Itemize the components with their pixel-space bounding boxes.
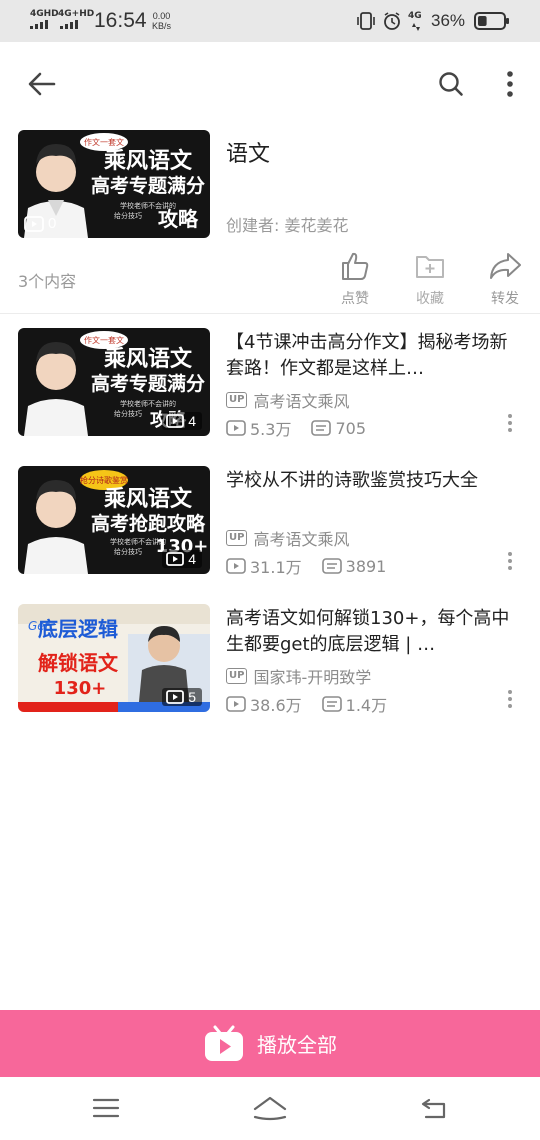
video-stats-3: 38.6万 1.4万 [226, 692, 407, 716]
clock: 16:54 [94, 9, 147, 32]
like-label: 点赞 [341, 291, 369, 307]
video-more-button-2[interactable] [502, 550, 518, 572]
video-uploader-3[interactable]: UP 国家玮-开明致学 [226, 664, 371, 688]
battery-icon [474, 12, 509, 30]
share-label: 转发 [491, 291, 519, 307]
network-speed: 0.00 KB/s [152, 11, 172, 31]
network-label-2: 4G+HD [58, 9, 95, 19]
menu-button[interactable] [84, 1091, 128, 1125]
divider [0, 313, 540, 314]
cover-line1: 乘风语文 [103, 148, 193, 174]
play-count-icon [226, 696, 246, 712]
svg-text:学校老师不会讲的: 学校老师不会讲的 [120, 399, 176, 408]
back-nav-icon [421, 1098, 446, 1119]
video-title-3[interactable]: 高考语文如何解锁130+，每个高中生都要get的底层逻辑 | … [226, 606, 522, 658]
play-all-label: 播放全部 [257, 1033, 337, 1057]
battery-percent: 36% [431, 11, 466, 30]
play-all-button[interactable]: 播放全部 [0, 1010, 540, 1077]
playlist-cover[interactable]: 作文一套文 乘风语文 高考专题满分 学校老师不会讲的 给分技巧 攻略 0 [18, 130, 210, 238]
danmaku-stat: 705 [311, 419, 366, 438]
video-thumbnail-3[interactable]: Get 底层逻辑 解锁语文 130+ 5 [18, 604, 210, 712]
tv-play-icon [205, 1025, 243, 1061]
status-bar: 4GHD 4G+HD 16:54 0.00 KB/s 4G 36% [0, 0, 540, 42]
svg-text:给分技巧: 给分技巧 [114, 547, 142, 556]
playlist-item-count: 3个内容 [18, 272, 77, 291]
svg-text:高考抢跑攻略: 高考抢跑攻略 [91, 512, 206, 535]
more-vertical-icon [507, 71, 513, 97]
like-button[interactable]: 点赞 [325, 250, 385, 308]
playlist-icon [166, 552, 185, 566]
search-button[interactable] [434, 66, 468, 102]
search-icon [439, 72, 463, 96]
cover-count-badge: 0 [24, 215, 56, 232]
video-title-1[interactable]: 【4节课冲击高分作文】揭秘考场新套路！作文都是这样上… [226, 330, 522, 382]
svg-text:130+: 130+ [54, 678, 107, 699]
more-button[interactable] [498, 66, 522, 102]
up-badge: UP [226, 668, 248, 684]
arrow-left-icon [28, 72, 56, 96]
video-icon [24, 215, 44, 232]
danmaku-icon [311, 420, 332, 436]
views-stat: 38.6万 [226, 692, 302, 716]
playlist-title: 语文 [226, 142, 271, 167]
network-label-1: 4GHD [30, 9, 59, 19]
parts-badge-2: 4 [162, 550, 202, 568]
cover-line3: 攻略 [158, 207, 199, 231]
playlist-icon [166, 690, 185, 704]
cover-bubble-text: 作文一套文 [84, 137, 124, 147]
signal-icon-1 [30, 19, 48, 29]
alarm-icon [384, 12, 400, 30]
svg-text:抢分诗歌鉴赏: 抢分诗歌鉴赏 [80, 475, 128, 485]
video-stats-2: 31.1万 3891 [226, 554, 406, 578]
danmaku-stat: 3891 [321, 557, 386, 576]
video-more-button-3[interactable] [502, 688, 518, 710]
play-count-icon [226, 558, 246, 574]
svg-text:给分技巧: 给分技巧 [114, 409, 142, 418]
system-nav-bar [0, 1077, 540, 1140]
favorite-button[interactable]: 收藏 [400, 250, 460, 308]
video-thumbnail-1[interactable]: 作文一套文 乘风语文 高考专题满分 学校老师不会讲的 给分技巧 攻略 4 [18, 328, 210, 436]
back-nav-button[interactable] [412, 1091, 456, 1125]
svg-text:作文一套文: 作文一套文 [84, 335, 124, 345]
svg-text:解锁语文: 解锁语文 [38, 651, 119, 675]
favorite-label: 收藏 [416, 291, 444, 307]
video-uploader-2[interactable]: UP 高考语文乘风 [226, 526, 349, 550]
back-button[interactable] [22, 66, 62, 102]
home-button[interactable] [248, 1091, 292, 1125]
cover-count: 0 [48, 215, 57, 232]
cover-small2: 给分技巧 [114, 211, 142, 220]
signal-icon-2 [60, 19, 78, 29]
danmaku-icon [321, 696, 342, 712]
share-icon [490, 253, 521, 279]
share-button[interactable]: 转发 [475, 250, 535, 308]
danmaku-icon [321, 558, 342, 574]
views-stat: 5.3万 [226, 416, 291, 440]
thumbs-up-icon [342, 252, 369, 280]
data-arrows-icon [412, 23, 420, 31]
vibrate-icon [357, 12, 375, 30]
play-count-icon [226, 420, 246, 436]
views-stat: 31.1万 [226, 554, 302, 578]
network-label-3: 4G [408, 11, 422, 21]
video-thumbnail-2[interactable]: 抢分诗歌鉴赏 乘风语文 高考抢跑攻略 学校老师不会讲的 给分技巧 130+ 4 [18, 466, 210, 574]
playlist-creator[interactable]: 创建者: 姜花姜花 [226, 212, 348, 236]
svg-text:乘风语文: 乘风语文 [103, 346, 193, 372]
video-title-2[interactable]: 学校从不讲的诗歌鉴赏技巧大全 [226, 468, 522, 520]
folder-add-icon [416, 256, 444, 278]
parts-badge-1: 4 [162, 412, 202, 430]
up-badge: UP [226, 392, 248, 408]
svg-text:乘风语文: 乘风语文 [103, 486, 193, 512]
menu-icon [92, 1098, 120, 1118]
danmaku-stat: 1.4万 [321, 692, 387, 716]
video-uploader-1[interactable]: UP 高考语文乘风 [226, 388, 349, 412]
home-icon [253, 1096, 287, 1121]
cover-line2: 高考专题满分 [91, 174, 205, 197]
playlist-icon [166, 414, 185, 428]
svg-text:高考专题满分: 高考专题满分 [91, 372, 205, 395]
video-more-button-1[interactable] [502, 412, 518, 434]
up-badge: UP [226, 530, 248, 546]
svg-text:底层逻辑: 底层逻辑 [38, 617, 118, 641]
video-stats-1: 5.3万 705 [226, 416, 386, 440]
parts-badge-3: 5 [162, 688, 202, 706]
